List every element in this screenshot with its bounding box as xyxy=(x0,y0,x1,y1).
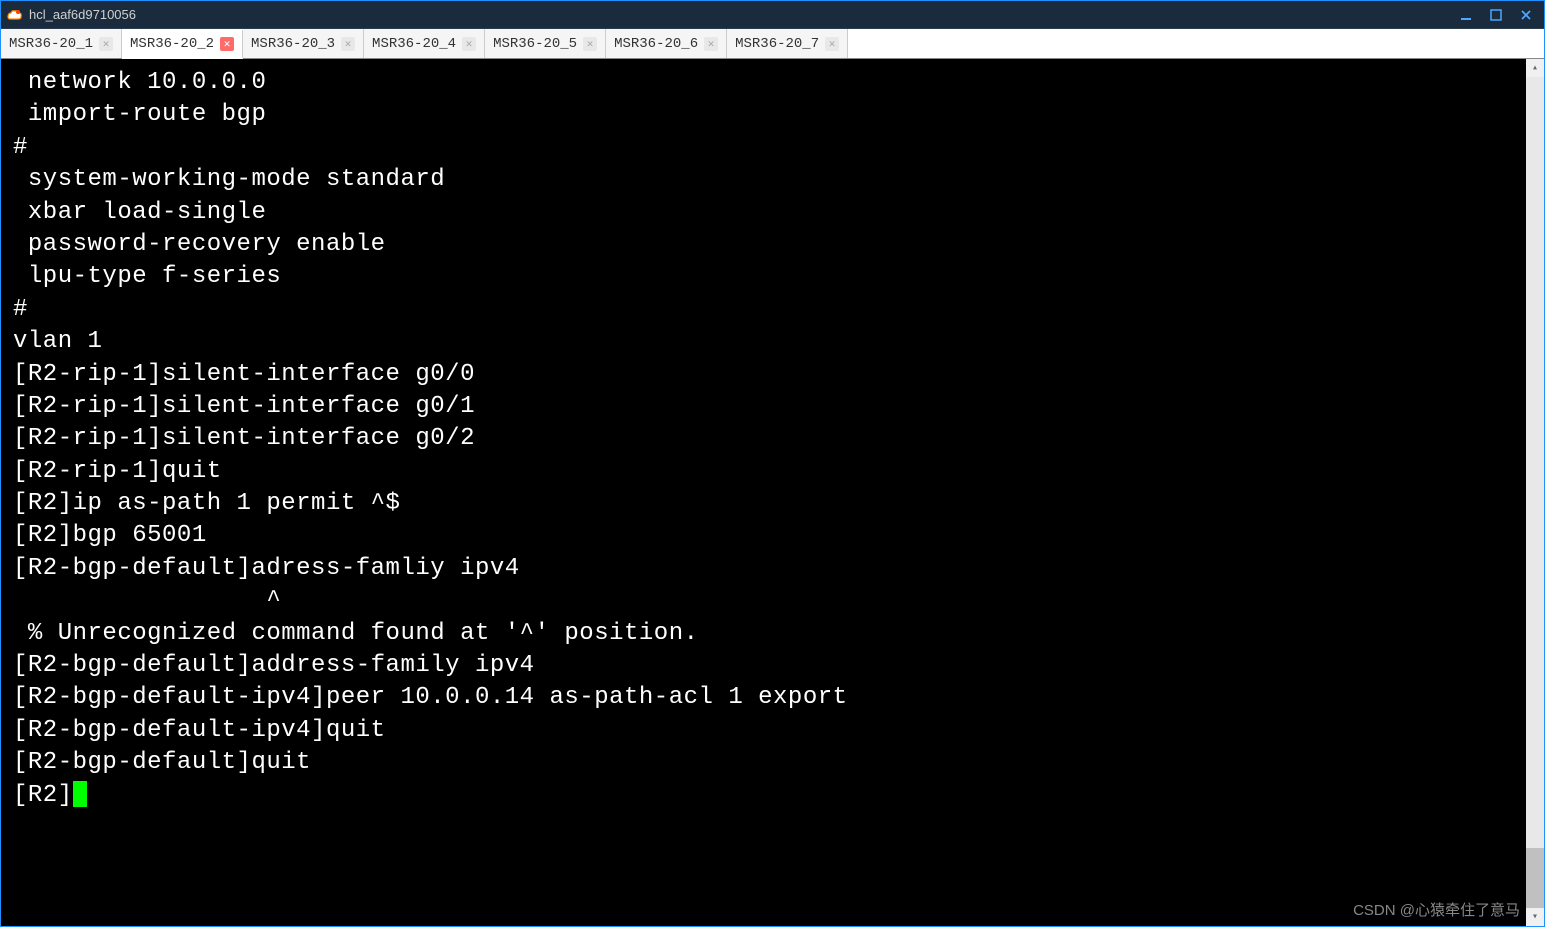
tab-msr36-20-2[interactable]: MSR36-20_2 ✕ xyxy=(122,30,243,59)
tab-msr36-20-5[interactable]: MSR36-20_5 ✕ xyxy=(485,29,606,58)
close-icon[interactable]: ✕ xyxy=(341,37,355,51)
tab-msr36-20-1[interactable]: MSR36-20_1 ✕ xyxy=(1,29,122,58)
scroll-thumb[interactable] xyxy=(1526,848,1544,908)
tab-label: MSR36-20_5 xyxy=(493,36,577,52)
terminal-line: ^ xyxy=(13,587,281,614)
terminal-line: [R2-bgp-default-ipv4]peer 10.0.0.14 as-p… xyxy=(13,684,848,711)
terminal-line: system-working-mode standard xyxy=(13,166,445,193)
tab-bar: MSR36-20_1 ✕ MSR36-20_2 ✕ MSR36-20_3 ✕ M… xyxy=(1,29,1544,59)
terminal-line: [R2-rip-1]silent-interface g0/1 xyxy=(13,393,475,420)
terminal-line: [R2-bgp-default]address-family ipv4 xyxy=(13,652,535,679)
close-button[interactable] xyxy=(1512,4,1540,26)
terminal-line: [R2-rip-1]silent-interface g0/0 xyxy=(13,361,475,388)
terminal-prompt: [R2] xyxy=(13,782,73,809)
terminal-line: import-route bgp xyxy=(13,101,266,128)
terminal-area[interactable]: network 10.0.0.0 import-route bgp # syst… xyxy=(1,59,1544,926)
window-controls xyxy=(1452,4,1540,26)
watermark: CSDN @心猿牵住了意马 xyxy=(1353,899,1520,920)
close-icon[interactable]: ✕ xyxy=(583,37,597,51)
cursor-icon xyxy=(73,781,87,807)
scroll-track[interactable] xyxy=(1526,77,1544,908)
scrollbar[interactable]: ▴ ▾ xyxy=(1526,59,1544,926)
terminal-line: [R2-rip-1]quit xyxy=(13,458,222,485)
tab-label: MSR36-20_6 xyxy=(614,36,698,52)
terminal-line: [R2]bgp 65001 xyxy=(13,522,207,549)
terminal-line: [R2-bgp-default-ipv4]quit xyxy=(13,717,386,744)
tab-msr36-20-3[interactable]: MSR36-20_3 ✕ xyxy=(243,29,364,58)
terminal-line: [R2-rip-1]silent-interface g0/2 xyxy=(13,425,475,452)
tab-label: MSR36-20_1 xyxy=(9,36,93,52)
terminal-line: # xyxy=(13,134,28,161)
close-icon[interactable]: ✕ xyxy=(99,37,113,51)
close-icon[interactable]: ✕ xyxy=(220,37,234,51)
app-icon xyxy=(5,6,23,24)
tab-label: MSR36-20_4 xyxy=(372,36,456,52)
terminal-line: # xyxy=(13,296,28,323)
terminal-line: % Unrecognized command found at '^' posi… xyxy=(13,620,699,647)
scroll-down-button[interactable]: ▾ xyxy=(1526,908,1544,926)
scroll-up-button[interactable]: ▴ xyxy=(1526,59,1544,77)
tab-label: MSR36-20_2 xyxy=(130,36,214,52)
maximize-button[interactable] xyxy=(1482,4,1510,26)
close-icon[interactable]: ✕ xyxy=(462,37,476,51)
tab-msr36-20-4[interactable]: MSR36-20_4 ✕ xyxy=(364,29,485,58)
terminal-line: [R2]ip as-path 1 permit ^$ xyxy=(13,490,400,517)
minimize-button[interactable] xyxy=(1452,4,1480,26)
tab-msr36-20-7[interactable]: MSR36-20_7 ✕ xyxy=(727,29,848,58)
app-window: hcl_aaf6d9710056 MSR36-20_1 ✕ MSR36-20_2… xyxy=(0,0,1545,927)
terminal-line: [R2-bgp-default]quit xyxy=(13,749,311,776)
terminal-line: password-recovery enable xyxy=(13,231,386,258)
terminal-line: network 10.0.0.0 xyxy=(13,69,266,96)
close-icon[interactable]: ✕ xyxy=(825,37,839,51)
tab-label: MSR36-20_3 xyxy=(251,36,335,52)
titlebar: hcl_aaf6d9710056 xyxy=(1,1,1544,29)
terminal-line: lpu-type f-series xyxy=(13,263,281,290)
tab-msr36-20-6[interactable]: MSR36-20_6 ✕ xyxy=(606,29,727,58)
terminal-line: xbar load-single xyxy=(13,199,266,226)
close-icon[interactable]: ✕ xyxy=(704,37,718,51)
terminal-line: [R2-bgp-default]adress-famliy ipv4 xyxy=(13,555,520,582)
terminal-output: network 10.0.0.0 import-route bgp # syst… xyxy=(1,59,1544,820)
tab-label: MSR36-20_7 xyxy=(735,36,819,52)
window-title: hcl_aaf6d9710056 xyxy=(29,7,1452,22)
terminal-line: vlan 1 xyxy=(13,328,102,355)
